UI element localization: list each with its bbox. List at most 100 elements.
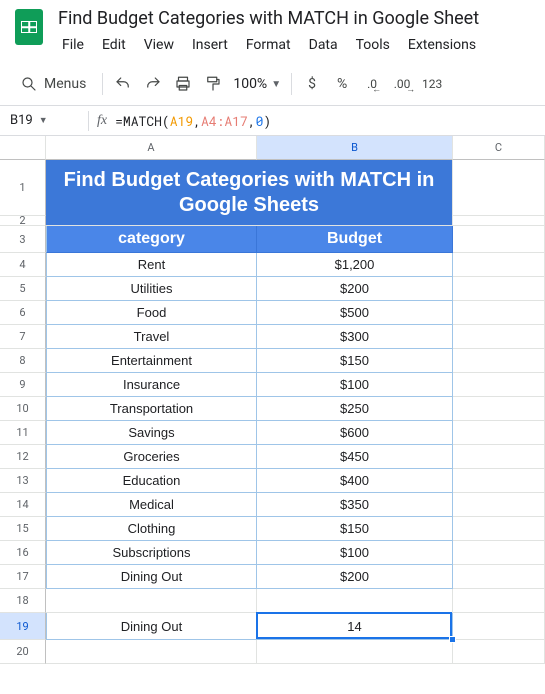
row-header-11[interactable]: 11 (0, 421, 46, 445)
cell-match-result[interactable]: 14 (257, 613, 453, 640)
cell-budget-8[interactable]: $150 (257, 349, 453, 373)
cell-C15[interactable] (453, 517, 545, 541)
menu-tools[interactable]: Tools (348, 33, 398, 57)
cell-A20[interactable] (46, 640, 257, 664)
cell-budget-9[interactable]: $100 (257, 373, 453, 397)
row-header-1[interactable]: 1 (0, 160, 46, 216)
cell-budget-14[interactable]: $350 (257, 493, 453, 517)
sheet-title-cell[interactable]: Find Budget Categories with MATCH in Goo… (46, 160, 453, 226)
menu-insert[interactable]: Insert (184, 33, 236, 57)
row-header-20[interactable]: 20 (0, 640, 46, 664)
cell-budget-11[interactable]: $600 (257, 421, 453, 445)
cell-B18[interactable] (257, 589, 453, 613)
formula-bar[interactable]: =MATCH(A19,A4:A17,0) (115, 112, 271, 130)
row-header-10[interactable]: 10 (0, 397, 46, 421)
row-header-13[interactable]: 13 (0, 469, 46, 493)
cell-category-12[interactable]: Groceries (46, 445, 257, 469)
cell-budget-13[interactable]: $400 (257, 469, 453, 493)
decrease-decimal-button[interactable]: .0 ← (358, 70, 386, 98)
menus-search-button[interactable]: Menus (10, 69, 96, 99)
cell-category-9[interactable]: Insurance (46, 373, 257, 397)
cell-category-10[interactable]: Transportation (46, 397, 257, 421)
menu-edit[interactable]: Edit (94, 33, 134, 57)
table-header-budget[interactable]: Budget (257, 226, 453, 253)
sheets-app-icon[interactable] (10, 8, 48, 46)
cell-budget-17[interactable]: $200 (257, 565, 453, 589)
fill-handle[interactable] (449, 636, 456, 643)
increase-decimal-button[interactable]: .00 → (388, 70, 416, 98)
cell-C6[interactable] (453, 301, 545, 325)
cell-C4[interactable] (453, 253, 545, 277)
row-header-5[interactable]: 5 (0, 277, 46, 301)
cell-category-6[interactable]: Food (46, 301, 257, 325)
redo-button[interactable] (139, 70, 167, 98)
cell-C7[interactable] (453, 325, 545, 349)
cell-C13[interactable] (453, 469, 545, 493)
cell-C1[interactable] (453, 160, 545, 216)
cell-C20[interactable] (453, 640, 545, 664)
cell-lookup-category[interactable]: Dining Out (46, 613, 257, 640)
cell-budget-6[interactable]: $500 (257, 301, 453, 325)
cell-C5[interactable] (453, 277, 545, 301)
select-all-corner[interactable] (0, 136, 46, 160)
cell-C14[interactable] (453, 493, 545, 517)
cell-C9[interactable] (453, 373, 545, 397)
row-header-16[interactable]: 16 (0, 541, 46, 565)
cell-category-17[interactable]: Dining Out (46, 565, 257, 589)
cell-C17[interactable] (453, 565, 545, 589)
print-button[interactable] (169, 70, 197, 98)
document-title[interactable]: Find Budget Categories with MATCH in Goo… (54, 6, 535, 31)
cell-category-14[interactable]: Medical (46, 493, 257, 517)
fx-icon[interactable]: fx (97, 113, 107, 129)
cell-category-5[interactable]: Utilities (46, 277, 257, 301)
menu-file[interactable]: File (54, 33, 92, 57)
cell-C8[interactable] (453, 349, 545, 373)
menu-view[interactable]: View (136, 33, 182, 57)
menu-format[interactable]: Format (238, 33, 299, 57)
cell-C10[interactable] (453, 397, 545, 421)
paint-format-button[interactable] (199, 70, 227, 98)
undo-button[interactable] (109, 70, 137, 98)
cell-C11[interactable] (453, 421, 545, 445)
row-header-18[interactable]: 18 (0, 589, 46, 613)
menu-extensions[interactable]: Extensions (400, 33, 484, 57)
cell-C12[interactable] (453, 445, 545, 469)
format-currency-button[interactable]: $ (298, 70, 326, 98)
cell-C3[interactable] (453, 226, 545, 253)
row-header-2[interactable]: 2 (0, 216, 46, 226)
row-header-17[interactable]: 17 (0, 565, 46, 589)
row-header-6[interactable]: 6 (0, 301, 46, 325)
column-header-C[interactable]: C (453, 136, 545, 160)
cell-B20[interactable] (257, 640, 453, 664)
format-percent-button[interactable]: % (328, 70, 356, 98)
cell-C19[interactable] (453, 613, 545, 640)
row-header-3[interactable]: 3 (0, 226, 46, 253)
cell-category-11[interactable]: Savings (46, 421, 257, 445)
cell-A18[interactable] (46, 589, 257, 613)
cell-budget-15[interactable]: $150 (257, 517, 453, 541)
row-header-15[interactable]: 15 (0, 517, 46, 541)
cell-budget-12[interactable]: $450 (257, 445, 453, 469)
row-header-12[interactable]: 12 (0, 445, 46, 469)
row-header-8[interactable]: 8 (0, 349, 46, 373)
row-header-19[interactable]: 19 (0, 613, 46, 640)
table-header-category[interactable]: category (46, 226, 257, 253)
column-header-B[interactable]: B (257, 136, 453, 160)
row-header-9[interactable]: 9 (0, 373, 46, 397)
cell-category-4[interactable]: Rent (46, 253, 257, 277)
cell-budget-10[interactable]: $250 (257, 397, 453, 421)
more-formats-button[interactable]: 123 (418, 70, 446, 98)
row-header-14[interactable]: 14 (0, 493, 46, 517)
cell-budget-4[interactable]: $1,200 (257, 253, 453, 277)
menu-data[interactable]: Data (301, 33, 346, 57)
cell-category-8[interactable]: Entertainment (46, 349, 257, 373)
cell-category-16[interactable]: Subscriptions (46, 541, 257, 565)
cell-budget-16[interactable]: $100 (257, 541, 453, 565)
cell-C18[interactable] (453, 589, 545, 613)
row-header-7[interactable]: 7 (0, 325, 46, 349)
cell-category-7[interactable]: Travel (46, 325, 257, 349)
zoom-dropdown[interactable]: 100% ▼ (229, 76, 285, 92)
column-header-A[interactable]: A (46, 136, 257, 160)
cell-C2[interactable] (453, 216, 545, 226)
cell-budget-7[interactable]: $300 (257, 325, 453, 349)
